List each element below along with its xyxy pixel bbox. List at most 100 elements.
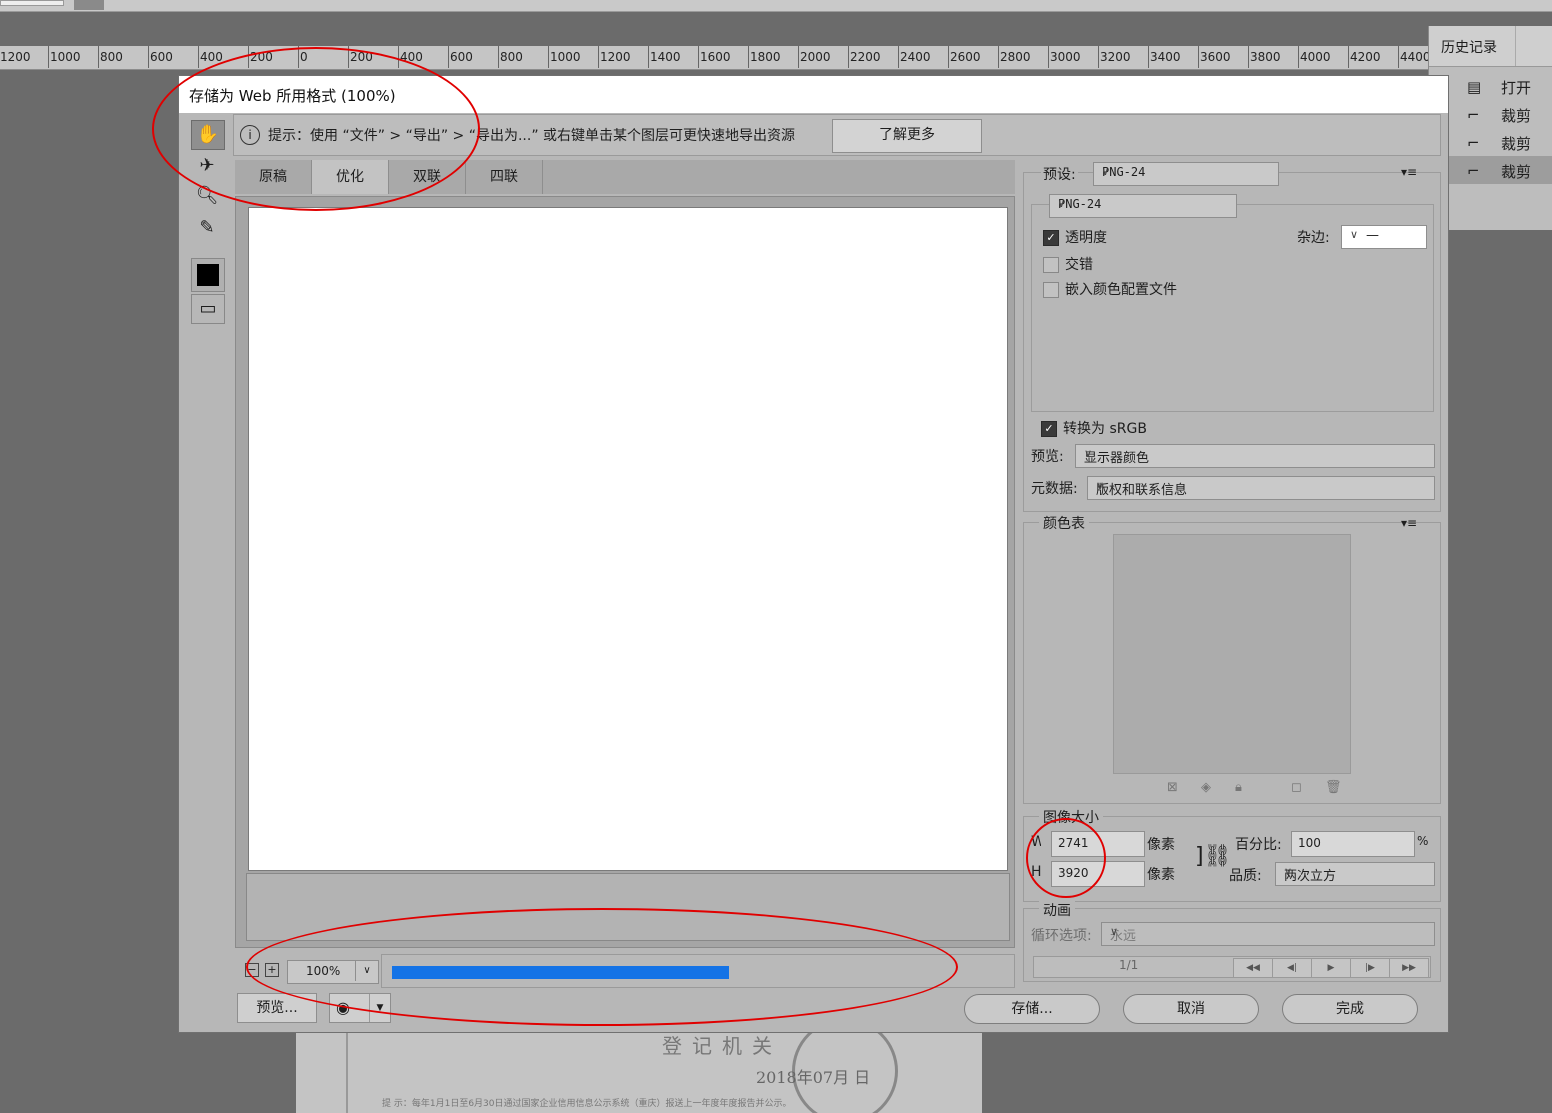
- previous-frame-icon[interactable]: ◀|: [1272, 958, 1312, 978]
- ruler-tick-label: 4000: [1300, 50, 1331, 64]
- new-color-icon[interactable]: ◻: [1291, 780, 1302, 795]
- chevron-down-icon: ∨: [1096, 479, 1105, 492]
- chevron-down-icon: ∨: [1110, 925, 1119, 938]
- ruler-tick-label: 3200: [1100, 50, 1131, 64]
- quality-label: 品质:: [1229, 868, 1262, 884]
- preset-select[interactable]: PNG-24 ∨: [1093, 162, 1279, 186]
- transparency-checkbox[interactable]: ✓: [1043, 230, 1059, 246]
- web-shift-icon[interactable]: ◈: [1201, 780, 1211, 795]
- first-frame-icon[interactable]: ◀◀: [1233, 958, 1273, 978]
- ruler-tick-line: [498, 46, 499, 68]
- ruler-tick-line: [448, 46, 449, 68]
- convert-srgb-checkbox[interactable]: ✓: [1041, 421, 1057, 437]
- format-select[interactable]: PNG-24 ∨: [1049, 194, 1237, 218]
- ruler-tick-line: [48, 46, 49, 68]
- document-canvas: 登记机关 2018年07月 日 提 示：每年1月1日至6月30日通过国家企业信用…: [296, 1030, 982, 1113]
- ruler-tick-line: [598, 46, 599, 68]
- toolbar-control[interactable]: [0, 0, 64, 6]
- settings-menu-icon[interactable]: ▾≡: [1401, 165, 1417, 179]
- toolbar-swatch[interactable]: [74, 0, 104, 10]
- history-item-crop[interactable]: ⌐ 裁剪: [1449, 100, 1552, 128]
- ruler-tick-label: 1600: [700, 50, 731, 64]
- cancel-button[interactable]: 取消: [1123, 994, 1259, 1024]
- history-panel-header[interactable]: 历史记录: [1429, 26, 1552, 67]
- chevron-down-icon: ∨: [1102, 165, 1109, 178]
- ruler-tick-line: [898, 46, 899, 68]
- ruler-tick-line: [748, 46, 749, 68]
- ruler-tick-line: [548, 46, 549, 68]
- history-item-label: 裁剪: [1501, 163, 1532, 181]
- metadata-select[interactable]: 版权和联系信息 ∨: [1087, 476, 1435, 500]
- constrain-proportions-icon[interactable]: ]⛓: [1195, 844, 1232, 869]
- eyedropper-color-swatch[interactable]: [191, 258, 225, 292]
- convert-srgb-label: 转换为 sRGB: [1063, 421, 1147, 437]
- preview-mode-label: 预览:: [1031, 449, 1064, 465]
- ruler-tick-line: [98, 46, 99, 68]
- percent-unit: %: [1417, 834, 1429, 848]
- annotation-ellipse-size: [1026, 818, 1106, 898]
- chevron-down-icon: ∨: [1350, 228, 1359, 241]
- interlaced-checkbox[interactable]: [1043, 257, 1059, 273]
- ruler-tick-label: 2600: [950, 50, 981, 64]
- ruler-tick-label: 2800: [1000, 50, 1031, 64]
- color-table-title: 颜色表: [1039, 513, 1089, 533]
- ruler-tick-label: 600: [450, 50, 473, 64]
- chevron-down-icon: ∨: [1084, 447, 1093, 460]
- ruler-tick-label: 2000: [800, 50, 831, 64]
- ruler-tick-label: 4200: [1350, 50, 1381, 64]
- map-colors-icon[interactable]: ⊠: [1167, 780, 1178, 795]
- tab-4-up[interactable]: 四联: [466, 160, 543, 194]
- crop-icon: ⌐: [1467, 162, 1480, 180]
- ruler-tick-label: 1000: [50, 50, 81, 64]
- metadata-label: 元数据:: [1031, 481, 1078, 497]
- document-icon: ▤: [1467, 78, 1482, 96]
- document-heading: 登记机关: [662, 1034, 782, 1058]
- ruler-tick-line: [1048, 46, 1049, 68]
- lock-icon[interactable]: 🔒︎: [1235, 780, 1242, 795]
- done-button[interactable]: 完成: [1282, 994, 1418, 1024]
- color-table-menu-icon[interactable]: ▾≡: [1401, 516, 1417, 530]
- matte-label: 杂边:: [1297, 230, 1330, 246]
- annotation-ellipse-title: [152, 47, 480, 211]
- ruler-tick-label: 800: [100, 50, 123, 64]
- color-table-swatches[interactable]: [1113, 534, 1351, 774]
- eyedropper-tool-icon[interactable]: ✎: [191, 214, 223, 242]
- image-preview[interactable]: [248, 207, 1008, 871]
- ruler-tick-label: 1000: [550, 50, 581, 64]
- loop-options-select[interactable]: 永远 ∨: [1101, 922, 1435, 946]
- ruler-tick-label: 800: [500, 50, 523, 64]
- ruler-tick-label: 1800: [750, 50, 781, 64]
- toggle-slices-icon[interactable]: ▭: [191, 294, 225, 324]
- ruler-tick-label: 3000: [1050, 50, 1081, 64]
- animation-title: 动画: [1039, 900, 1075, 920]
- ruler-tick-line: [798, 46, 799, 68]
- history-item-crop[interactable]: ⌐ 裁剪: [1449, 128, 1552, 156]
- save-button[interactable]: 存储...: [964, 994, 1100, 1024]
- ruler-tick-line: [1148, 46, 1149, 68]
- ruler-tick-label: 1400: [650, 50, 681, 64]
- history-item-crop-selected[interactable]: ⌐ 裁剪: [1449, 156, 1552, 184]
- loop-options-label: 循环选项:: [1031, 928, 1092, 944]
- frame-counter: 1/1: [1119, 958, 1139, 972]
- quality-select[interactable]: 两次立方 ∨: [1275, 862, 1435, 886]
- trash-icon[interactable]: 🗑︎: [1325, 780, 1342, 795]
- next-frame-icon[interactable]: |▶: [1350, 958, 1390, 978]
- last-frame-icon[interactable]: ▶▶: [1389, 958, 1429, 978]
- learn-more-button[interactable]: 了解更多: [832, 119, 982, 153]
- matte-select[interactable]: — ∨: [1341, 225, 1427, 249]
- ruler-tick-line: [1198, 46, 1199, 68]
- history-panel-title: 历史记录: [1441, 40, 1497, 56]
- preview-mode-select[interactable]: 显示器颜色 ∨: [1075, 444, 1435, 468]
- ruler-tick-line: [1098, 46, 1099, 68]
- ruler-tick-line: [648, 46, 649, 68]
- percent-label: 百分比:: [1235, 837, 1282, 853]
- embed-profile-checkbox[interactable]: [1043, 282, 1059, 298]
- percent-input[interactable]: 100: [1291, 831, 1415, 857]
- crop-icon: ⌐: [1467, 106, 1480, 124]
- document-date: 2018年07月 日: [756, 1068, 871, 1087]
- history-item-open[interactable]: ▤ 打开: [1449, 72, 1552, 100]
- play-icon[interactable]: ▶: [1311, 958, 1351, 978]
- ruler-tick-line: [698, 46, 699, 68]
- ruler-tick-line: [148, 46, 149, 68]
- document-footnote: 提 示：每年1月1日至6月30日通过国家企业信用信息公示系统（重庆）报送上一年度…: [382, 1099, 792, 1109]
